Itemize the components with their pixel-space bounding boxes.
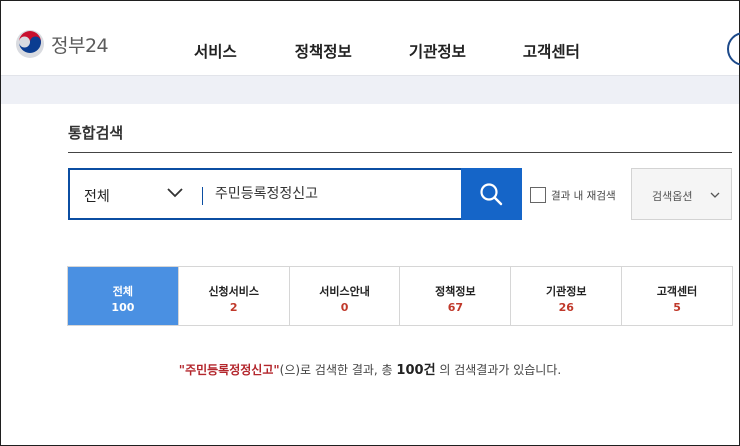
search-divider (202, 187, 203, 205)
tab-label: 고객센터 (656, 285, 698, 298)
logo-text: 정부24 (51, 34, 109, 57)
tab-label: 신청서비스 (208, 285, 260, 298)
tab-count: 67 (447, 301, 464, 314)
main-nav: 서비스 정책정보 기관정보 고객센터 (194, 40, 637, 62)
tab-count: 0 (340, 301, 349, 314)
site-header: 정부24 서비스 정책정보 기관정보 고객센터 (1, 1, 740, 75)
search-bar: 전체 (68, 168, 522, 220)
summary-unit: 건 (423, 363, 436, 378)
tab-count: 2 (229, 301, 238, 314)
result-category-tabs: 전체 100 신청서비스 2 서비스안내 0 정책정보 67 기관정보 26 고… (67, 266, 733, 326)
refine-search-checkbox[interactable] (530, 187, 546, 203)
tab-count: 100 (111, 301, 135, 314)
summary-keyword: 주민등록정정신고 (185, 363, 274, 377)
tab-count: 26 (558, 301, 574, 314)
tab-application-services[interactable]: 신청서비스 2 (178, 267, 290, 325)
tab-institution-info[interactable]: 기관정보 26 (511, 267, 623, 325)
summary-mid-text: (으)로 검색한 결과, 총 (279, 363, 397, 377)
refine-search-label: 결과 내 재검색 (551, 189, 616, 202)
sub-header-band (1, 75, 739, 104)
tab-all[interactable]: 전체 100 (68, 267, 179, 325)
taegeuk-logo-icon (16, 30, 44, 58)
site-logo[interactable]: 정부24 (15, 29, 109, 59)
tab-label: 서비스안내 (319, 285, 370, 298)
title-divider (68, 152, 732, 153)
tab-label: 정책정보 (435, 285, 476, 298)
refine-search[interactable]: 결과 내 재검색 (530, 187, 616, 203)
result-summary: "주민등록정정신고"(으)로 검색한 결과, 총 100건 의 검색결과가 있습… (0, 359, 740, 378)
nav-item-institutions[interactable]: 기관정보 (409, 40, 466, 62)
search-icon (480, 183, 503, 206)
search-options-label: 검색옵션 (652, 190, 693, 203)
search-button[interactable] (461, 168, 522, 220)
tab-label: 기관정보 (545, 285, 587, 298)
chevron-down-icon (710, 192, 720, 198)
search-options-button[interactable]: 검색옵션 (631, 168, 732, 220)
search-input[interactable] (215, 170, 455, 218)
nav-item-services[interactable]: 서비스 (194, 40, 237, 62)
page-title: 통합검색 (68, 124, 124, 142)
search-category-select[interactable]: 전체 (84, 186, 110, 206)
chevron-down-icon[interactable] (166, 184, 184, 202)
tab-customer-center[interactable]: 고객센터 5 (622, 267, 732, 325)
tab-policy-info[interactable]: 정책정보 67 (400, 267, 512, 325)
nav-item-policy[interactable]: 정책정보 (295, 40, 352, 62)
tab-count: 5 (673, 301, 681, 314)
nav-item-customer-center[interactable]: 고객센터 (523, 40, 580, 62)
summary-total: 100 (396, 363, 424, 378)
summary-end-text: 의 검색결과가 있습니다. (435, 363, 562, 377)
tab-label: 전체 (112, 285, 134, 298)
user-menu-icon[interactable] (727, 32, 740, 66)
tab-service-guide[interactable]: 서비스안내 0 (289, 267, 401, 325)
